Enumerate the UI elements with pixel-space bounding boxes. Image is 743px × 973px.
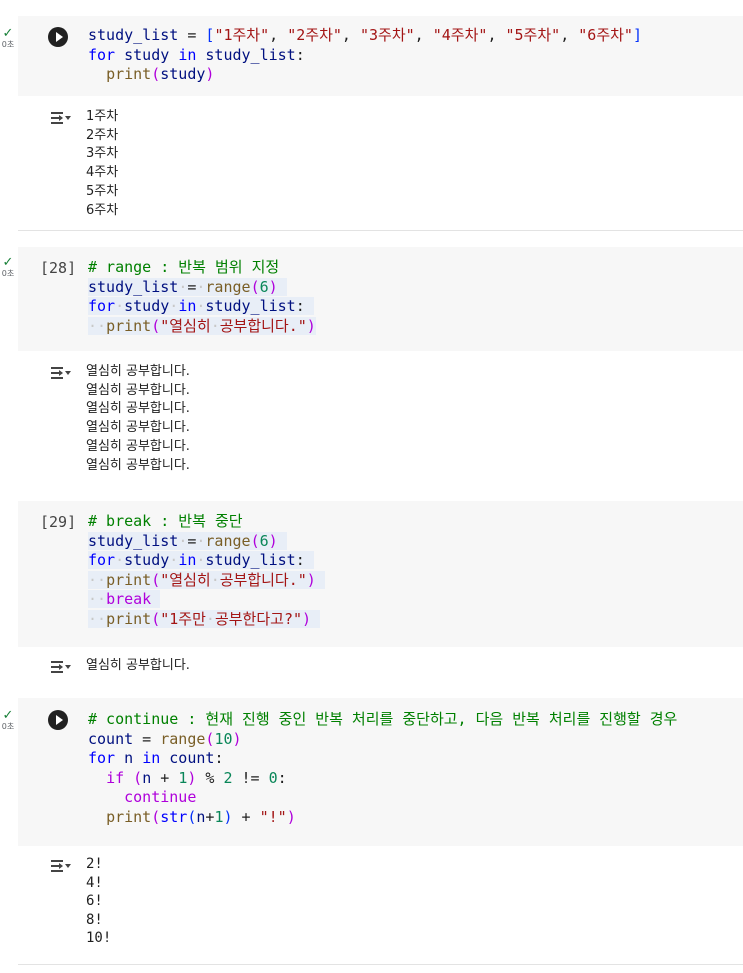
code-editor[interactable]: # continue : 현재 진행 중인 반복 처리를 중단하고, 다음 반복… <box>18 698 743 846</box>
output-area: 2! 4! 6! 8! 10! <box>18 848 743 965</box>
code-text[interactable]: # range : 반복 범위 지정 study_list·=·range(6)… <box>88 258 316 336</box>
output-text: 2! 4! 6! 8! 10! <box>86 856 112 946</box>
output-text: 열심히 공부합니다. 열심히 공부합니다. 열심히 공부합니다. 열심히 공부합… <box>86 364 190 473</box>
code-cell-1: ✓ 0초 study_list = ["1주차", "2주차", "3주차", … <box>0 16 743 231</box>
output-area: 1주차 2주차 3주차 4주차 5주차 6주차 <box>18 100 743 231</box>
output-collapse-icon[interactable] <box>50 659 72 675</box>
code-cell-3: [29] # break : 반복 중단 study_list·=·range(… <box>0 501 743 686</box>
code-text[interactable]: # break : 반복 중단 study_list·=·range(6) fo… <box>88 512 325 629</box>
execution-status: ✓ 0초 <box>0 255 16 278</box>
play-circle-icon[interactable] <box>48 27 68 47</box>
output-collapse-icon[interactable] <box>50 110 72 126</box>
execution-count: [28] <box>40 259 77 277</box>
check-icon: ✓ <box>2 255 14 270</box>
output-text: 1주차 2주차 3주차 4주차 5주차 6주차 <box>86 109 119 218</box>
execution-count: [29] <box>40 513 77 531</box>
execution-time: 0초 <box>1 269 15 278</box>
code-editor[interactable]: [29] # break : 반복 중단 study_list·=·range(… <box>18 501 743 647</box>
code-text[interactable]: # continue : 현재 진행 중인 반복 처리를 중단하고, 다음 반복… <box>88 710 677 827</box>
code-cell-2: ✓ 0초 [28] # range : 반복 범위 지정 study_list·… <box>0 247 743 487</box>
execution-status: ✓ 0초 <box>0 708 16 731</box>
check-icon: ✓ <box>2 708 14 723</box>
check-icon: ✓ <box>2 26 14 41</box>
execution-time: 0초 <box>1 722 15 731</box>
output-collapse-icon[interactable] <box>50 858 72 874</box>
code-cell-4: ✓ 0초 # continue : 현재 진행 중인 반복 처리를 중단하고, … <box>0 698 743 966</box>
code-text[interactable]: study_list = ["1주차", "2주차", "3주차", "4주차"… <box>88 26 642 85</box>
play-circle-icon[interactable] <box>48 710 68 730</box>
output-collapse-icon[interactable] <box>50 365 72 381</box>
output-area: 열심히 공부합니다. <box>18 651 743 686</box>
output-text: 열심히 공부합니다. <box>86 658 190 673</box>
output-area: 열심히 공부합니다. 열심히 공부합니다. 열심히 공부합니다. 열심히 공부합… <box>18 355 743 485</box>
execution-status: ✓ 0초 <box>0 26 16 49</box>
execution-time: 0초 <box>1 40 15 49</box>
code-editor[interactable]: [28] # range : 반복 범위 지정 study_list·=·ran… <box>18 247 743 351</box>
code-editor[interactable]: study_list = ["1주차", "2주차", "3주차", "4주차"… <box>18 16 743 96</box>
